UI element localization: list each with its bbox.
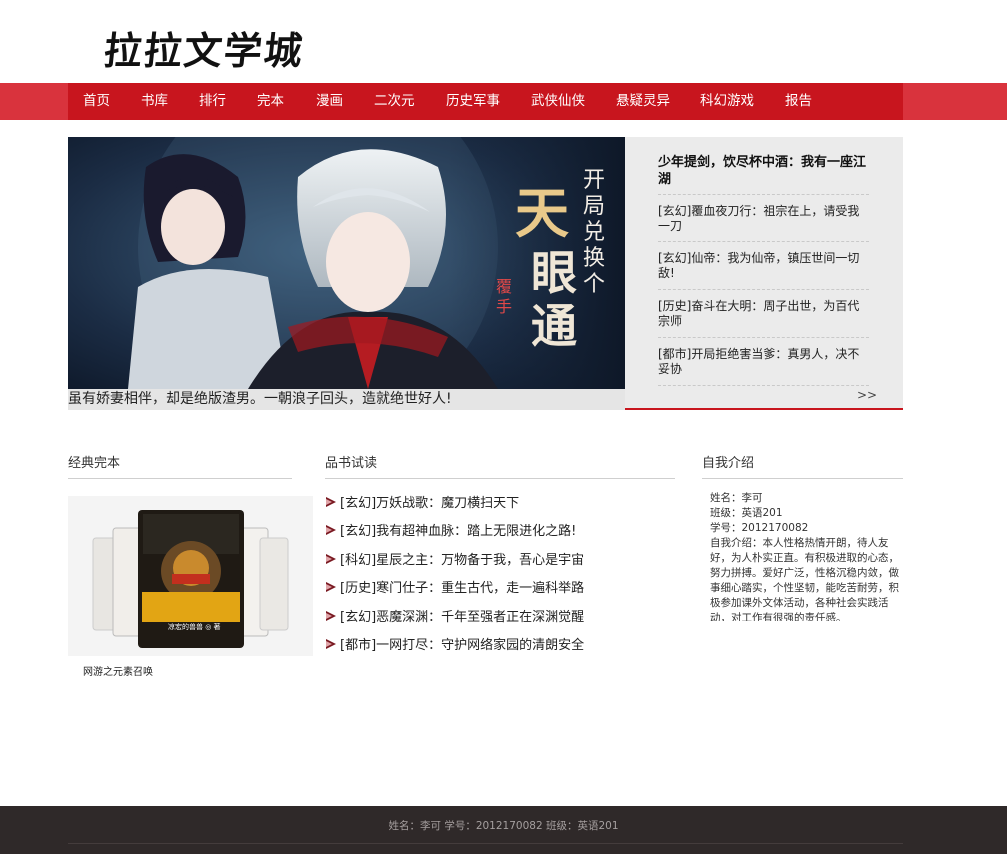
featured-headline[interactable]: 少年提剑，饮尽杯中酒：我有一座江湖 bbox=[658, 154, 868, 188]
section-underline bbox=[325, 478, 675, 479]
site-logo[interactable]: 拉拉文学城 bbox=[102, 28, 307, 74]
featured-item[interactable]: [历史]奋斗在大明：周子出世，为百代宗师 bbox=[658, 299, 869, 329]
featured-item[interactable]: [都市]开局拒绝害当爹：真男人，决不妥协 bbox=[658, 347, 869, 377]
trial-item-label: [历史]寒门仕子：重生古代，走一遍科举路 bbox=[340, 581, 585, 596]
svg-text:天: 天 bbox=[515, 181, 569, 245]
footer: 姓名：李可 学号：2012170082 班级：英语201 bbox=[0, 806, 1007, 854]
play-arrow-icon bbox=[326, 554, 336, 564]
section-title-intro: 自我介绍 bbox=[702, 456, 755, 471]
trial-item[interactable]: [都市]一网打尽：守护网络家园的清朗安全 bbox=[325, 637, 675, 655]
divider bbox=[658, 194, 869, 195]
hero-banner[interactable]: 开 局 兑 换 个 天 眼 通 覆 手 bbox=[68, 137, 625, 389]
nav-library[interactable]: 书库 bbox=[141, 83, 168, 120]
trial-item[interactable]: [玄幻]我有超神血脉：踏上无限进化之路! bbox=[325, 523, 675, 541]
trial-item-label: [科幻]星辰之主：万物备于我，吾心是宇宙 bbox=[340, 553, 585, 568]
main-nav-inner: 首页 书库 排行 完本 漫画 二次元 历史军事 武侠仙侠 悬疑灵异 科幻游戏 报… bbox=[68, 83, 903, 120]
trial-item[interactable]: [历史]寒门仕子：重生古代，走一遍科举路 bbox=[325, 580, 675, 598]
divider bbox=[658, 385, 869, 386]
svg-text:眼: 眼 bbox=[531, 246, 577, 300]
svg-text:换: 换 bbox=[583, 246, 605, 271]
intro-description: 自我介绍：本人性格热情开朗，待人友好，为人朴实正直。有积极进取的心态，努力拼搏。… bbox=[710, 537, 899, 621]
intro-student-id: 学号：2012170082 bbox=[710, 522, 809, 534]
play-arrow-icon bbox=[326, 639, 336, 649]
trial-item[interactable]: [玄幻]万妖战歌：魔刀横扫天下 bbox=[325, 495, 675, 513]
classic-book-title[interactable]: 网游之元素召唤 bbox=[83, 663, 153, 678]
intro-name: 姓名：李可 bbox=[710, 492, 763, 504]
trial-item[interactable]: [玄幻]恶魔深渊：千年至强者正在深渊觉醒 bbox=[325, 609, 675, 627]
classic-book-cover[interactable]: 凉宏的兽兽 ◎ 著 bbox=[68, 496, 313, 656]
trial-item-label: [玄幻]万妖战歌：魔刀横扫天下 bbox=[340, 496, 520, 511]
trial-item[interactable]: [科幻]星辰之主：万物备于我，吾心是宇宙 bbox=[325, 552, 675, 570]
main-nav: 首页 书库 排行 完本 漫画 二次元 历史军事 武侠仙侠 悬疑灵异 科幻游戏 报… bbox=[0, 83, 1007, 120]
svg-text:兑: 兑 bbox=[583, 220, 605, 245]
intro-class: 班级：英语201 bbox=[710, 507, 783, 519]
footer-text: 姓名：李可 学号：2012170082 班级：英语201 bbox=[388, 820, 619, 832]
nav-ranking[interactable]: 排行 bbox=[199, 83, 226, 120]
nav-acg[interactable]: 二次元 bbox=[374, 83, 415, 120]
nav-home[interactable]: 首页 bbox=[83, 83, 110, 120]
play-arrow-icon bbox=[326, 611, 336, 621]
section-underline bbox=[68, 478, 292, 479]
divider bbox=[658, 337, 869, 338]
more-link[interactable]: >> bbox=[857, 388, 877, 402]
featured-item[interactable]: [玄幻]覆血夜刀行：祖宗在上，请受我一刀 bbox=[658, 204, 869, 234]
nav-comics[interactable]: 漫画 bbox=[316, 83, 343, 120]
featured-list: 少年提剑，饮尽杯中酒：我有一座江湖 [玄幻]覆血夜刀行：祖宗在上，请受我一刀 [… bbox=[625, 137, 903, 410]
svg-text:个: 个 bbox=[583, 272, 605, 297]
svg-text:开: 开 bbox=[583, 168, 605, 193]
nav-completed[interactable]: 完本 bbox=[257, 83, 284, 120]
nav-wuxia[interactable]: 武侠仙侠 bbox=[531, 83, 585, 120]
nav-report[interactable]: 报告 bbox=[785, 83, 812, 120]
nav-suspense[interactable]: 悬疑灵异 bbox=[616, 83, 670, 120]
book-stack-illustration bbox=[92, 510, 289, 648]
trial-item-label: [都市]一网打尽：守护网络家园的清朗安全 bbox=[340, 638, 585, 653]
section-title-classic: 经典完本 bbox=[68, 456, 121, 471]
play-arrow-icon bbox=[326, 525, 336, 535]
featured-item[interactable]: [玄幻]仙帝：我为仙帝，镇压世间一切敌! bbox=[658, 251, 869, 281]
play-arrow-icon bbox=[326, 582, 336, 592]
play-arrow-icon bbox=[326, 497, 336, 507]
section-title-trial: 品书试读 bbox=[325, 456, 378, 471]
trial-item-label: [玄幻]恶魔深渊：千年至强者正在深渊觉醒 bbox=[340, 610, 585, 625]
svg-text:覆: 覆 bbox=[496, 277, 512, 296]
svg-text:通: 通 bbox=[531, 299, 577, 353]
svg-text:局: 局 bbox=[583, 194, 605, 219]
divider bbox=[658, 241, 869, 242]
hero-caption[interactable]: 虽有娇妻相伴，却是绝版渣男。一朝浪子回头，造就绝世好人! bbox=[68, 389, 625, 410]
divider bbox=[658, 289, 869, 290]
section-underline bbox=[702, 478, 903, 479]
hero-illustration: 开 局 兑 换 个 天 眼 通 覆 手 bbox=[68, 137, 625, 389]
trial-item-label: [玄幻]我有超神血脉：踏上无限进化之路! bbox=[340, 524, 577, 539]
nav-scifi-games[interactable]: 科幻游戏 bbox=[700, 83, 754, 120]
nav-history-military[interactable]: 历史军事 bbox=[446, 83, 500, 120]
svg-text:手: 手 bbox=[496, 297, 512, 316]
book-author: 凉宏的兽兽 ◎ 著 bbox=[168, 623, 221, 631]
footer-divider bbox=[68, 843, 903, 844]
self-intro: 姓名：李可 班级：英语201 学号：2012170082 自我介绍：本人性格热情… bbox=[710, 491, 903, 621]
